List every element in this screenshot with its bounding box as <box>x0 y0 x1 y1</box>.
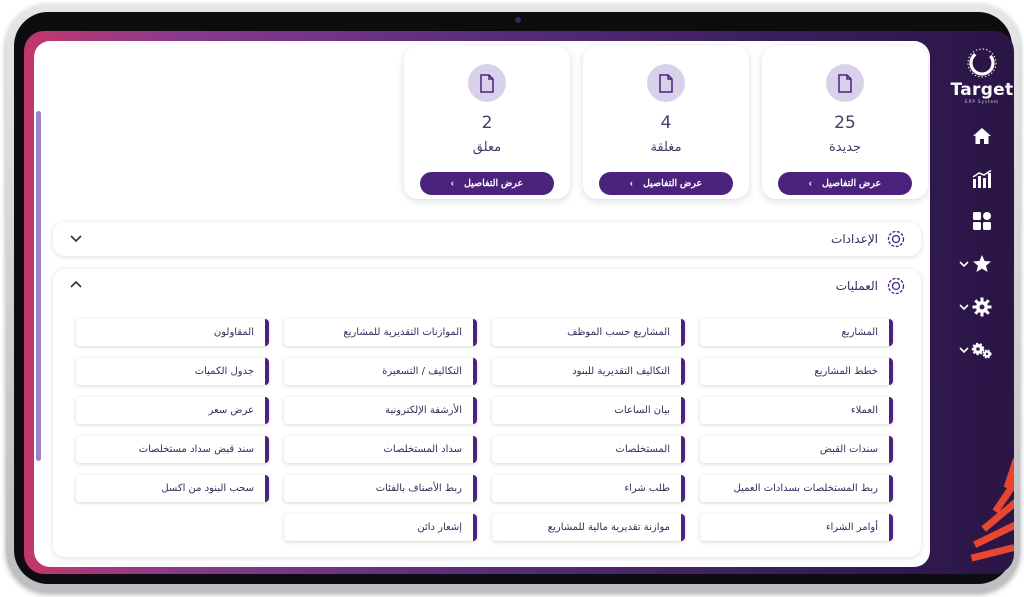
gear-icon <box>972 297 992 317</box>
nav-home[interactable] <box>950 123 1014 149</box>
operation-item[interactable]: عرض سعر <box>76 397 269 424</box>
summary-card-new: 25 جديدة ‹ عرض التفاصيل <box>762 46 928 199</box>
section-header[interactable]: العمليات <box>836 269 905 303</box>
view-details-button[interactable]: ‹ عرض التفاصيل <box>420 172 554 195</box>
section-title: الإعدادات <box>831 232 878 246</box>
chevron-left-icon: ‹ <box>808 178 812 189</box>
operation-item[interactable]: خطط المشاريع <box>700 358 893 385</box>
card-label: جديدة <box>828 140 862 155</box>
section-title: العمليات <box>835 279 878 293</box>
document-icon <box>826 64 864 102</box>
nav-settings[interactable] <box>950 294 1014 320</box>
operation-item[interactable]: التكاليف التقديرية للبنود <box>492 358 685 385</box>
view-details-button[interactable]: ‹ عرض التفاصيل <box>599 172 733 195</box>
star-icon <box>973 255 991 272</box>
operation-item[interactable]: الموازنات التقديرية للمشاريع <box>284 319 477 346</box>
operation-item[interactable]: سندات القبض <box>700 436 893 463</box>
operation-item[interactable]: العملاء <box>700 397 893 424</box>
operations-section: العمليات المشاريع خطط المشاريع العملاء س… <box>53 269 921 557</box>
operation-item[interactable]: الأرشفة الإلكترونية <box>284 397 477 424</box>
nav-system[interactable] <box>950 337 1014 363</box>
chevron-down-icon[interactable] <box>69 231 83 245</box>
card-count: 25 <box>834 113 856 133</box>
brand-name: Target <box>950 80 1014 100</box>
operation-item[interactable]: موازنة تقديرية مالية للمشاريع <box>492 514 685 541</box>
operation-item[interactable]: بيان الساعات <box>492 397 685 424</box>
summary-card-closed: 4 مغلقة ‹ عرض التفاصيل <box>583 46 749 199</box>
operation-item[interactable]: ربط المستخلصات بسدادات العميل <box>700 475 893 502</box>
chevron-down-icon <box>959 304 969 311</box>
operation-item[interactable]: المشاريع حسب الموظف <box>492 319 685 346</box>
scrollbar[interactable] <box>36 111 41 461</box>
chart-icon <box>972 170 992 188</box>
operation-item[interactable]: المشاريع <box>700 319 893 346</box>
settings-section[interactable]: الإعدادات <box>53 222 921 256</box>
card-label: معلق <box>472 140 502 155</box>
document-icon <box>647 64 685 102</box>
logo-icon <box>950 48 1014 78</box>
operation-item[interactable]: إشعار دائن <box>284 514 477 541</box>
button-label: عرض التفاصيل <box>642 178 703 189</box>
document-icon <box>468 64 506 102</box>
nav-apps[interactable] <box>950 208 1014 234</box>
operation-item[interactable]: سند قبض سداد مستخلصات <box>76 436 269 463</box>
operation-item[interactable]: سداد المستخلصات <box>284 436 477 463</box>
card-label: مغلقة <box>650 140 682 155</box>
chevron-left-icon: ‹ <box>450 178 454 189</box>
chevron-up-icon[interactable] <box>69 278 83 292</box>
home-icon <box>973 128 991 144</box>
nav-favorites[interactable] <box>950 251 1014 277</box>
brand-tagline: ERP System <box>965 99 999 104</box>
front-camera <box>515 17 521 23</box>
button-label: عرض التفاصيل <box>821 178 882 189</box>
card-count: 2 <box>481 113 493 133</box>
chevron-down-icon <box>959 347 969 354</box>
apps-icon <box>973 212 991 230</box>
section-header[interactable]: الإعدادات <box>831 222 905 256</box>
chevron-down-icon <box>959 261 969 268</box>
operation-item[interactable]: طلب شراء <box>492 475 685 502</box>
operation-item[interactable]: المستخلصات <box>492 436 685 463</box>
decorative-rays <box>970 458 1014 562</box>
settings-section-icon <box>887 277 905 295</box>
tablet-frame: Target ERP System 25 جديدة ‹ عرض التفاصي… <box>6 4 1020 592</box>
view-details-button[interactable]: ‹ عرض التفاصيل <box>778 172 912 195</box>
card-count: 4 <box>660 113 672 133</box>
operation-item[interactable]: المقاولون <box>76 319 269 346</box>
gears-icon <box>971 342 992 359</box>
settings-section-icon <box>887 230 905 248</box>
sidebar: Target ERP System <box>950 31 1014 574</box>
button-label: عرض التفاصيل <box>463 178 524 189</box>
app-screen: Target ERP System 25 جديدة ‹ عرض التفاصي… <box>24 31 1014 574</box>
operation-item[interactable]: ربط الأصناف بالفئات <box>284 475 477 502</box>
chevron-left-icon: ‹ <box>629 178 633 189</box>
nav-reports[interactable] <box>950 166 1014 192</box>
main-panel: 25 جديدة ‹ عرض التفاصيل 4 مغلقة ‹ عرض ال… <box>34 41 930 567</box>
operation-item[interactable]: التكاليف / التسعيرة <box>284 358 477 385</box>
operation-item[interactable]: جدول الكميات <box>76 358 269 385</box>
summary-card-pending: 2 معلق ‹ عرض التفاصيل <box>404 46 570 199</box>
operation-item[interactable]: أوامر الشراء <box>700 514 893 541</box>
operation-item[interactable]: سحب البنود من اكسل <box>76 475 269 502</box>
